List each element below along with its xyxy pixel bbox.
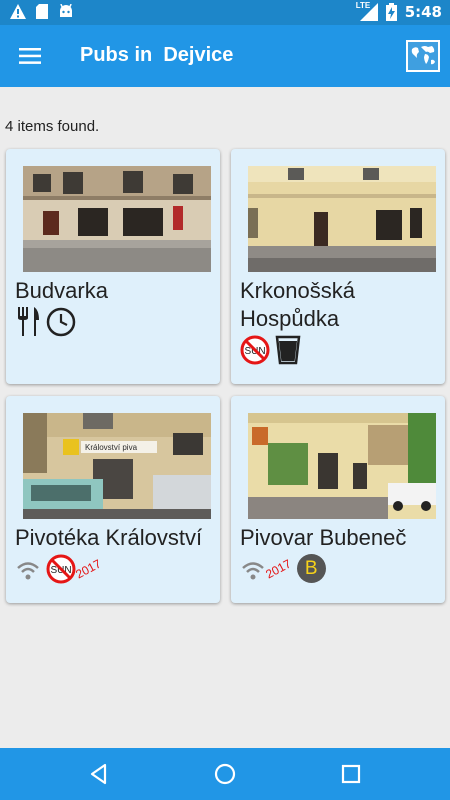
sd-card-icon (36, 4, 48, 19)
home-icon[interactable] (211, 760, 239, 788)
map-button[interactable] (406, 40, 440, 72)
pub-photo: Království piva (23, 413, 211, 519)
status-time: 5:48 (404, 3, 442, 21)
android-icon (60, 4, 72, 17)
pub-name: Krkonošská Hospůdka (240, 278, 355, 331)
warning-icon (10, 4, 26, 19)
no-sunday-icon: SUN (240, 335, 270, 365)
fork-knife-icon (18, 307, 39, 336)
lte-signal-icon: LTE (356, 1, 378, 21)
clock-icon (46, 307, 76, 337)
pub-name: Pivovar Bubeneč (240, 525, 407, 550)
pub-features: 2017 B (240, 554, 326, 583)
back-icon[interactable] (85, 760, 113, 788)
menu-button[interactable] (12, 38, 48, 74)
no-sunday-icon: SUN (46, 554, 76, 584)
pub-features (15, 307, 76, 337)
navigation-bar (0, 748, 450, 800)
results-count: 4 items found. (5, 118, 100, 135)
hamburger-menu-icon (19, 48, 41, 64)
pub-photo (248, 166, 436, 272)
photo-sign-text: Království piva (85, 443, 138, 452)
glass-icon (275, 335, 301, 365)
pub-card-pivovar-bubenec[interactable]: Pivovar Bubeneč 2017 B (231, 396, 445, 603)
pub-photo (248, 413, 436, 519)
b-badge-icon: B (296, 554, 326, 583)
year-badge: 2017 (73, 556, 104, 582)
pub-card-krkonosska-hospudka[interactable]: Krkonošská Hospůdka SUN (231, 149, 445, 384)
battery-charging-icon (385, 3, 397, 21)
pub-name: Budvarka (15, 278, 108, 303)
page-title: Pubs in Dejvice (80, 44, 234, 66)
status-bar: LTE 5:48 (0, 0, 450, 25)
pub-name: Pivotéka Království (15, 525, 203, 550)
pub-photo (23, 166, 211, 272)
pub-card-pivoteka-kralovstvi[interactable]: Království piva Pivotéka Království SUN … (6, 396, 220, 603)
pub-features: SUN 2017 (15, 554, 104, 584)
world-map-icon (406, 40, 440, 72)
pub-card-budvarka[interactable]: Budvarka (6, 149, 220, 384)
wifi-icon (17, 562, 39, 580)
year-badge: 2017 (263, 556, 294, 581)
app-bar: Pubs in Dejvice (0, 25, 450, 87)
pub-features: SUN (240, 335, 301, 365)
recents-icon[interactable] (337, 760, 365, 788)
